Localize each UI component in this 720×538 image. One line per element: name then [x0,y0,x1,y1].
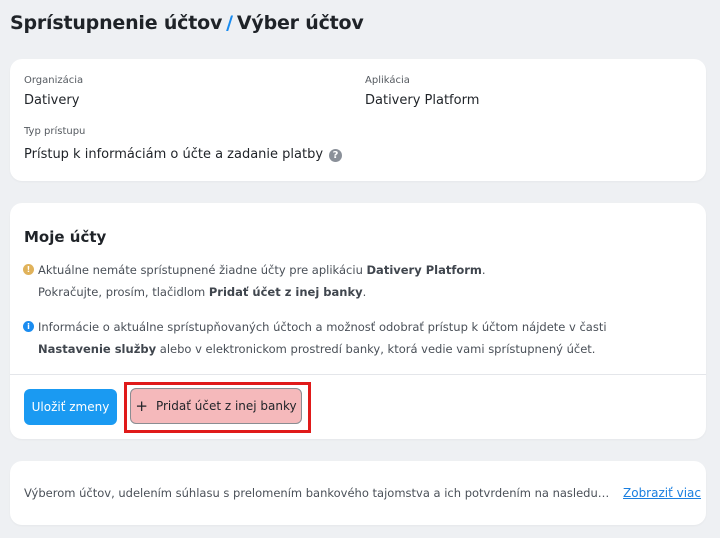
accounts-card: Moje účty ! Aktuálne nemáte sprístupnené… [10,203,706,439]
consent-card: Výberom účtov, udelením súhlasu s prelom… [10,461,706,525]
application-value: Dativery Platform [365,93,480,108]
access-type-label: Typ prístupu [24,126,86,137]
organization-value: Dativery [24,93,80,108]
warning-text-2: . [481,263,486,277]
info-settings-ref: Nastavenie služby [38,342,157,356]
page-title: Sprístupnenie účtov / Výber účtov [10,12,364,34]
info-icon: i [23,321,34,332]
details-card: Organizácia Dativery Aplikácia Dativery … [10,59,706,181]
warning-app-name: Dativery Platform [366,263,482,277]
add-account-button[interactable]: + Pridať účet z inej banky [130,388,302,424]
warning-text-4: . [362,285,367,299]
question-circle-icon[interactable]: ? [329,149,343,162]
accounts-heading: Moje účty [24,228,107,246]
application-label: Aplikácia [365,75,410,86]
warning-message: ! Aktuálne nemáte sprístupnené žiadne úč… [23,259,678,303]
show-more-link[interactable]: Zobraziť viac [623,486,701,500]
organization-label: Organizácia [24,75,84,86]
warning-button-ref: Pridať účet z inej banky [208,285,363,299]
title-separator: / [226,12,233,34]
save-changes-button[interactable]: Uložiť zmeny [24,389,117,425]
access-type-value: Prístup k informáciám o účte a zadanie p… [24,147,324,162]
info-text-1: Informácie o aktuálne sprístupňovaných ú… [38,320,607,334]
divider [10,374,706,375]
access-type-row: Prístup k informáciám o účte a zadanie p… [24,147,343,162]
page-title-part1: Sprístupnenie účtov [10,12,223,34]
info-text-2: alebo v elektronickom prostredí banky, k… [156,342,596,356]
warning-text-3: Pokračujte, prosím, tlačidlom [38,285,209,299]
plus-icon: + [135,397,148,415]
warning-icon: ! [23,264,34,275]
consent-text: Výberom účtov, udelením súhlasu s prelom… [24,486,610,500]
info-message: i Informácie o aktuálne sprístupňovaných… [23,316,678,360]
page-title-part2: Výber účtov [236,12,364,34]
add-account-label: Pridať účet z inej banky [155,399,297,413]
warning-text-1: Aktuálne nemáte sprístupnené žiadne účty… [38,263,367,277]
